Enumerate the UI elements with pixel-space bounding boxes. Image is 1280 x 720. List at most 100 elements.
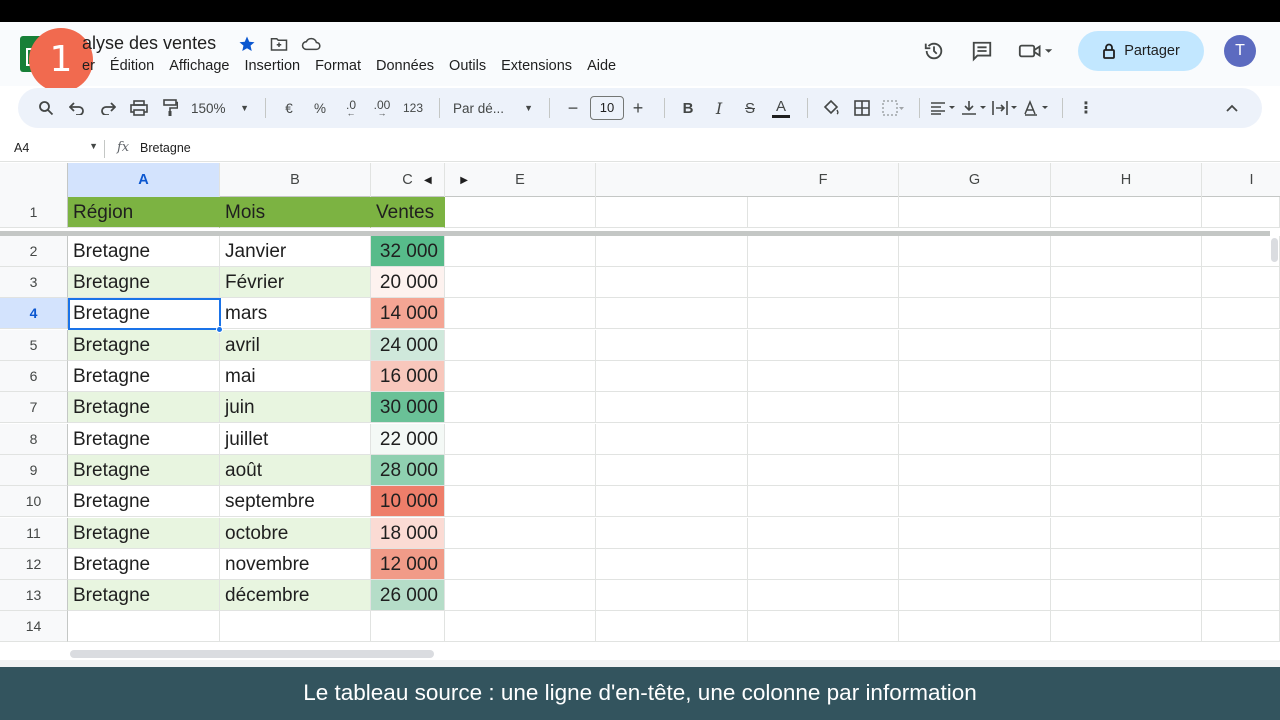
cell[interactable] [596, 392, 748, 423]
menu-format[interactable]: Format [315, 58, 361, 74]
cell[interactable]: 14 000 [371, 298, 445, 329]
cell[interactable]: Bretagne [68, 267, 220, 298]
row-header[interactable]: 2 [0, 236, 68, 267]
font-dropdown[interactable]: Par dé... ▼ [449, 94, 537, 122]
cell[interactable] [899, 392, 1051, 423]
cell[interactable]: 30 000 [371, 392, 445, 423]
row-header[interactable]: 5 [0, 330, 68, 361]
row-header[interactable]: 13 [0, 580, 68, 611]
arrow-right-icon[interactable]: ▶ [460, 175, 468, 186]
cell[interactable] [1202, 518, 1280, 549]
cell[interactable] [596, 455, 748, 486]
cell[interactable]: Bretagne [68, 361, 220, 392]
cell[interactable] [445, 549, 596, 580]
cell[interactable] [445, 611, 596, 642]
cell[interactable]: Bretagne [68, 486, 220, 517]
cell[interactable] [596, 298, 748, 329]
cell[interactable]: 22 000 [371, 424, 445, 455]
cell[interactable] [1202, 549, 1280, 580]
cell[interactable] [899, 298, 1051, 329]
cell[interactable] [899, 236, 1051, 267]
redo-icon[interactable] [94, 94, 122, 122]
cell[interactable] [1202, 298, 1280, 329]
cell[interactable] [1202, 455, 1280, 486]
cell[interactable]: 24 000 [371, 330, 445, 361]
cell[interactable]: novembre [220, 549, 371, 580]
search-menus-icon[interactable] [32, 94, 60, 122]
cell[interactable] [899, 267, 1051, 298]
cell[interactable] [445, 455, 596, 486]
row-header[interactable]: 4 [0, 298, 68, 329]
cell[interactable] [1051, 549, 1202, 580]
cell[interactable]: 32 000 [371, 236, 445, 267]
cell[interactable] [445, 267, 596, 298]
bold-button[interactable]: B [674, 94, 702, 122]
cell[interactable] [596, 486, 748, 517]
text-color-button[interactable]: A [767, 94, 795, 122]
percent-format-button[interactable]: % [306, 94, 334, 122]
row-header[interactable]: 1 [0, 197, 68, 228]
cell[interactable] [445, 236, 596, 267]
cell[interactable] [1051, 455, 1202, 486]
cell[interactable] [445, 298, 596, 329]
cell[interactable] [1202, 424, 1280, 455]
menu-extensions[interactable]: Extensions [501, 58, 572, 74]
row-header[interactable]: 7 [0, 392, 68, 423]
more-formats-button[interactable]: 123 [399, 94, 427, 122]
cell[interactable] [445, 330, 596, 361]
column-header[interactable]: B [220, 163, 371, 197]
cell[interactable] [445, 424, 596, 455]
cell[interactable]: Janvier [220, 236, 371, 267]
cell[interactable] [748, 455, 899, 486]
vertical-align-icon[interactable] [960, 94, 988, 122]
cell[interactable] [899, 330, 1051, 361]
cell[interactable] [899, 549, 1051, 580]
account-avatar[interactable]: T [1224, 35, 1256, 67]
column-header[interactable]: H [1051, 163, 1202, 197]
cell[interactable] [1051, 518, 1202, 549]
hidden-column-arrows[interactable]: ◀ ▶ [424, 163, 468, 197]
cell[interactable] [748, 298, 899, 329]
cell[interactable] [596, 197, 748, 228]
cell[interactable] [596, 361, 748, 392]
text-wrapping-icon[interactable] [991, 94, 1019, 122]
cell[interactable] [1051, 392, 1202, 423]
cell[interactable] [1051, 580, 1202, 611]
column-header[interactable]: G [899, 163, 1051, 197]
cell[interactable] [748, 518, 899, 549]
cell[interactable]: Bretagne [68, 392, 220, 423]
cell[interactable]: Bretagne [68, 330, 220, 361]
fill-color-icon[interactable] [817, 94, 845, 122]
cell[interactable] [748, 580, 899, 611]
menu-fichier[interactable]: er [82, 58, 95, 74]
comments-icon[interactable] [962, 31, 1002, 71]
cell[interactable]: Bretagne [68, 549, 220, 580]
cell[interactable] [596, 236, 748, 267]
cell[interactable] [68, 611, 220, 642]
cell[interactable] [445, 486, 596, 517]
cell[interactable] [748, 549, 899, 580]
cell[interactable]: 28 000 [371, 455, 445, 486]
cell[interactable]: Bretagne [68, 455, 220, 486]
cell[interactable]: juillet [220, 424, 371, 455]
cell[interactable] [748, 361, 899, 392]
row-header[interactable]: 6 [0, 361, 68, 392]
decrease-decimals-button[interactable]: .0 ← [337, 94, 365, 122]
spreadsheet-grid[interactable]: A B C E F G H I ◀ ▶ 1 Région Mois Ventes 2 Bretagne Jan… [0, 163, 1280, 653]
formula-input[interactable]: Bretagne [140, 141, 191, 155]
cell[interactable]: juin [220, 392, 371, 423]
column-header[interactable]: F [748, 163, 899, 197]
menu-donnees[interactable]: Données [376, 58, 434, 74]
text-rotation-icon[interactable] [1022, 94, 1050, 122]
cell[interactable] [445, 197, 596, 228]
cell[interactable]: 26 000 [371, 580, 445, 611]
header-cell[interactable]: Mois [220, 197, 371, 228]
borders-icon[interactable] [848, 94, 876, 122]
menu-insertion[interactable]: Insertion [244, 58, 300, 74]
cell[interactable] [748, 267, 899, 298]
cell[interactable]: avril [220, 330, 371, 361]
undo-icon[interactable] [63, 94, 91, 122]
cell[interactable] [748, 330, 899, 361]
decrease-font-size-button[interactable]: − [559, 94, 587, 122]
cell[interactable] [1051, 197, 1202, 228]
